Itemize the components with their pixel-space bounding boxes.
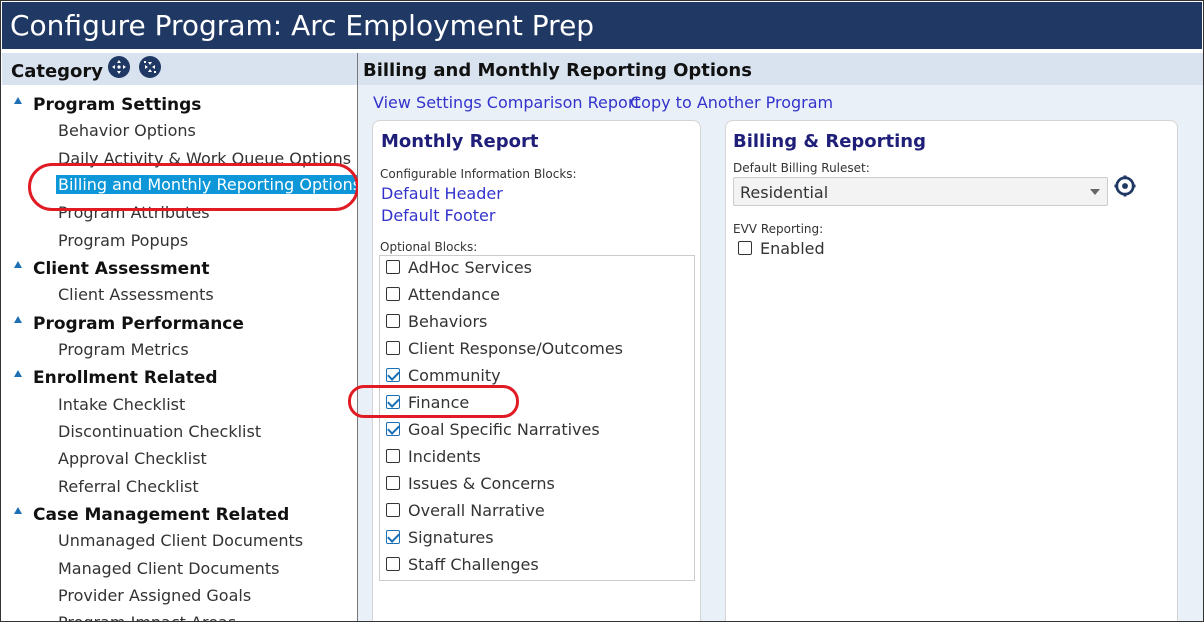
sidebar-item-managed-client-documents[interactable]: Managed Client Documents	[58, 559, 279, 578]
chevron-down-icon	[1090, 189, 1100, 195]
checkbox-label: Signatures	[408, 527, 494, 547]
billing-title: Billing & Reporting	[733, 131, 926, 152]
group-case-management-related[interactable]: Case Management Related	[33, 505, 289, 525]
group-program-performance[interactable]: Program Performance	[33, 314, 244, 334]
page-title: Billing and Monthly Reporting Options	[363, 60, 752, 81]
checkbox[interactable]	[386, 260, 400, 274]
checkbox-label: Behaviors	[408, 311, 488, 331]
expand-triangle-icon[interactable]	[14, 370, 22, 377]
select-value: Residential	[740, 183, 829, 202]
default-header-link[interactable]: Default Header	[381, 184, 503, 203]
sidebar-item-program-popups[interactable]: Program Popups	[58, 231, 188, 250]
billing-ruleset-select[interactable]: Residential	[733, 177, 1108, 206]
expand-triangle-icon[interactable]	[14, 261, 22, 268]
sidebar-item-intake-checklist[interactable]: Intake Checklist	[58, 395, 185, 414]
list-item[interactable]: Signatures	[386, 526, 494, 548]
checkbox-checked[interactable]	[386, 368, 400, 382]
optional-blocks-label: Optional Blocks:	[380, 240, 478, 254]
sidebar-item-referral-checklist[interactable]: Referral Checklist	[58, 477, 199, 496]
checkbox[interactable]	[386, 287, 400, 301]
sidebar-item-discontinuation-checklist[interactable]: Discontinuation Checklist	[58, 422, 261, 441]
list-item[interactable]: Overall Narrative	[386, 499, 545, 521]
checkbox-label: Issues & Concerns	[408, 473, 555, 493]
sidebar-item-program-impact-areas[interactable]: Program Impact Areas	[58, 613, 236, 621]
category-title: Category	[11, 61, 104, 82]
expand-triangle-icon[interactable]	[14, 507, 22, 514]
config-blocks-label: Configurable Information Blocks:	[380, 167, 577, 181]
group-client-assessment[interactable]: Client Assessment	[33, 259, 209, 279]
expand-triangle-icon[interactable]	[14, 316, 22, 323]
checkbox-label: Staff Challenges	[408, 554, 539, 574]
sidebar-item-approval-checklist[interactable]: Approval Checklist	[58, 449, 207, 468]
checkbox-label: Community	[408, 365, 501, 385]
checkbox-label: Goal Specific Narratives	[408, 419, 600, 439]
checkbox-checked[interactable]	[386, 530, 400, 544]
optional-blocks-list: AdHoc Services Attendance Behaviors Clie…	[379, 255, 695, 581]
evv-enabled-toggle[interactable]: Enabled	[738, 237, 825, 259]
monthly-report-title: Monthly Report	[381, 131, 539, 152]
window-frame: Configure Program: Arc Employment Prep C…	[0, 0, 1204, 622]
gear-icon[interactable]	[1114, 175, 1136, 197]
checkbox-label: AdHoc Services	[408, 257, 532, 277]
checkbox-label: Overall Narrative	[408, 500, 545, 520]
checkbox-label: Incidents	[408, 446, 481, 466]
list-item[interactable]: Goal Specific Narratives	[386, 418, 600, 440]
list-item[interactable]: AdHoc Services	[386, 256, 532, 278]
list-item[interactable]: Issues & Concerns	[386, 472, 555, 494]
group-program-settings[interactable]: Program Settings	[33, 95, 201, 115]
checkbox[interactable]	[386, 449, 400, 463]
list-item[interactable]: Community	[386, 364, 501, 386]
group-enrollment-related[interactable]: Enrollment Related	[33, 368, 218, 388]
sidebar-item-client-assessments[interactable]: Client Assessments	[58, 285, 214, 304]
checkbox-label: Client Response/Outcomes	[408, 338, 623, 358]
checkbox-checked[interactable]	[386, 422, 400, 436]
checkbox[interactable]	[386, 557, 400, 571]
expand-triangle-icon[interactable]	[14, 97, 22, 104]
annotation-circle	[348, 385, 519, 418]
evv-label: EVV Reporting:	[733, 222, 824, 236]
expand-all-icon[interactable]	[108, 56, 130, 78]
checkbox-label: Enabled	[760, 238, 825, 258]
list-item[interactable]: Attendance	[386, 283, 500, 305]
sidebar-item-program-metrics[interactable]: Program Metrics	[58, 340, 189, 359]
checkbox[interactable]	[386, 476, 400, 490]
content-header: Billing and Monthly Reporting Options	[358, 53, 1203, 85]
category-sidebar: Category Program Settings Behavior Optio…	[2, 53, 357, 621]
list-item[interactable]: Behaviors	[386, 310, 487, 332]
checkbox[interactable]	[386, 341, 400, 355]
ruleset-label: Default Billing Ruleset:	[733, 161, 870, 175]
sidebar-item-provider-assigned-goals[interactable]: Provider Assigned Goals	[58, 586, 251, 605]
list-item[interactable]: Client Response/Outcomes	[386, 337, 623, 359]
checkbox[interactable]	[386, 314, 400, 328]
checkbox[interactable]	[386, 503, 400, 517]
sidebar-item-behavior-options[interactable]: Behavior Options	[58, 121, 196, 140]
category-header: Category	[2, 53, 357, 85]
window-title: Configure Program: Arc Employment Prep	[2, 2, 1202, 49]
list-item[interactable]: Staff Challenges	[386, 553, 539, 575]
collapse-all-icon[interactable]	[139, 56, 161, 78]
sidebar-item-unmanaged-client-documents[interactable]: Unmanaged Client Documents	[58, 531, 303, 550]
copy-to-another-program-link[interactable]: Copy to Another Program	[630, 93, 833, 112]
view-settings-comparison-link[interactable]: View Settings Comparison Report	[373, 93, 641, 112]
annotation-circle	[28, 163, 359, 211]
checkbox-label: Attendance	[408, 284, 500, 304]
list-item[interactable]: Incidents	[386, 445, 481, 467]
default-footer-link[interactable]: Default Footer	[381, 206, 495, 225]
checkbox[interactable]	[738, 241, 752, 255]
